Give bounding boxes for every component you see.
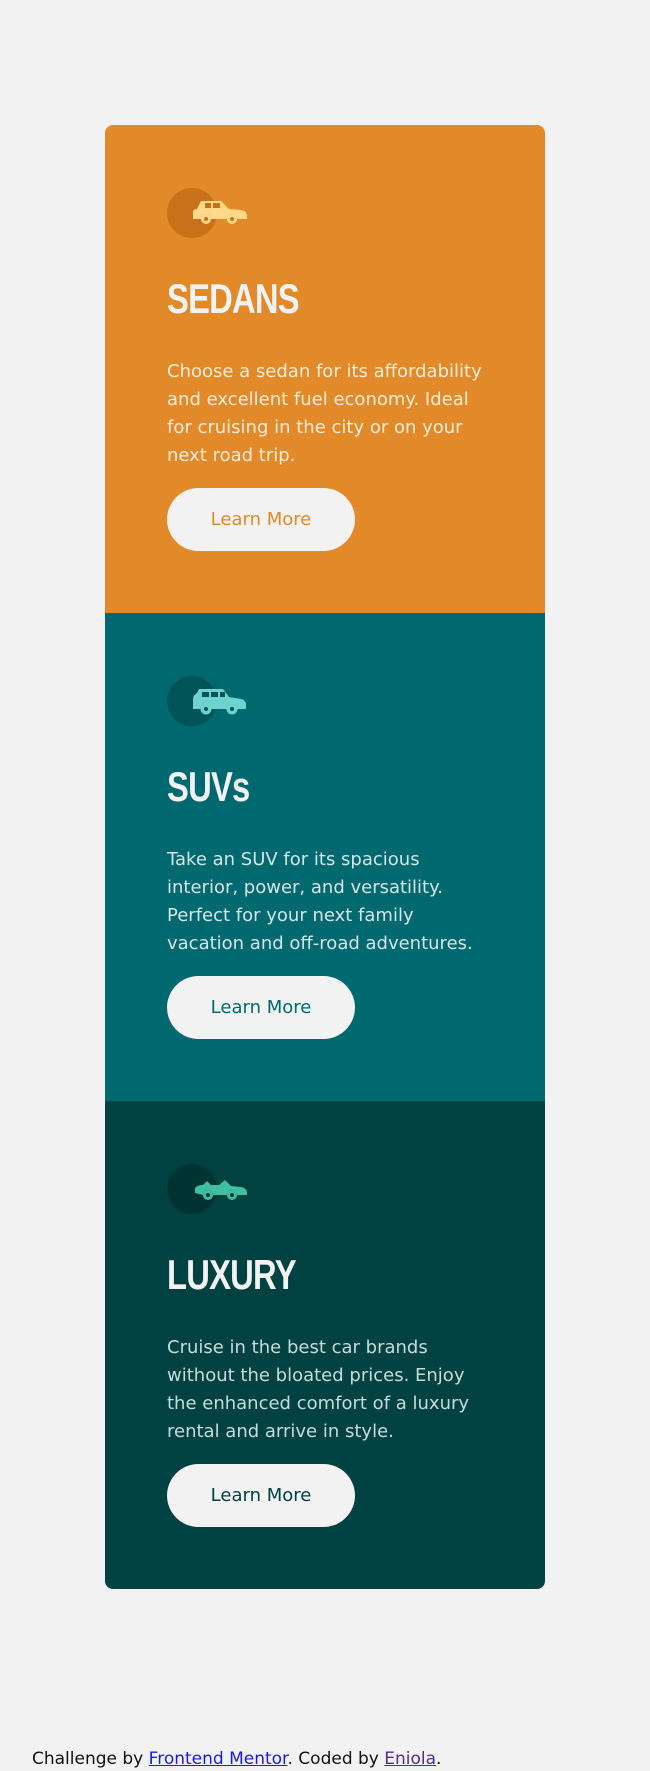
- learn-more-button[interactable]: Learn More: [167, 488, 355, 551]
- card-description: Cruise in the best car brands without th…: [167, 1337, 470, 1442]
- card-title: LUXURY: [167, 1251, 297, 1298]
- card-description: Choose a sedan for its affordability and…: [167, 361, 482, 466]
- cards-container: SEDANS Choose a sedan for its affordabil…: [105, 125, 545, 1589]
- attribution: Challenge by Frontend Mentor. Coded by E…: [32, 1748, 441, 1770]
- card-sedans: SEDANS Choose a sedan for its affordabil…: [105, 125, 545, 613]
- learn-more-button[interactable]: Learn More: [167, 976, 355, 1039]
- card-title: SUVs: [167, 763, 250, 810]
- card-description: Take an SUV for its spacious interior, p…: [167, 849, 473, 954]
- sedan-car-icon: [167, 187, 251, 239]
- author-link[interactable]: Eniola: [384, 1749, 436, 1769]
- card-title: SEDANS: [167, 275, 300, 322]
- frontend-mentor-link[interactable]: Frontend Mentor: [149, 1749, 288, 1769]
- card-suvs: SUVs Take an SUV for its spacious interi…: [105, 613, 545, 1101]
- card-luxury: LUXURY Cruise in the best car brands wit…: [105, 1101, 545, 1589]
- suv-car-icon: [167, 675, 251, 727]
- attribution-prefix: Challenge by: [32, 1749, 149, 1769]
- attribution-suffix: .: [436, 1749, 442, 1769]
- luxury-car-icon: [167, 1163, 251, 1215]
- learn-more-button[interactable]: Learn More: [167, 1464, 355, 1527]
- attribution-middle: . Coded by: [287, 1749, 385, 1769]
